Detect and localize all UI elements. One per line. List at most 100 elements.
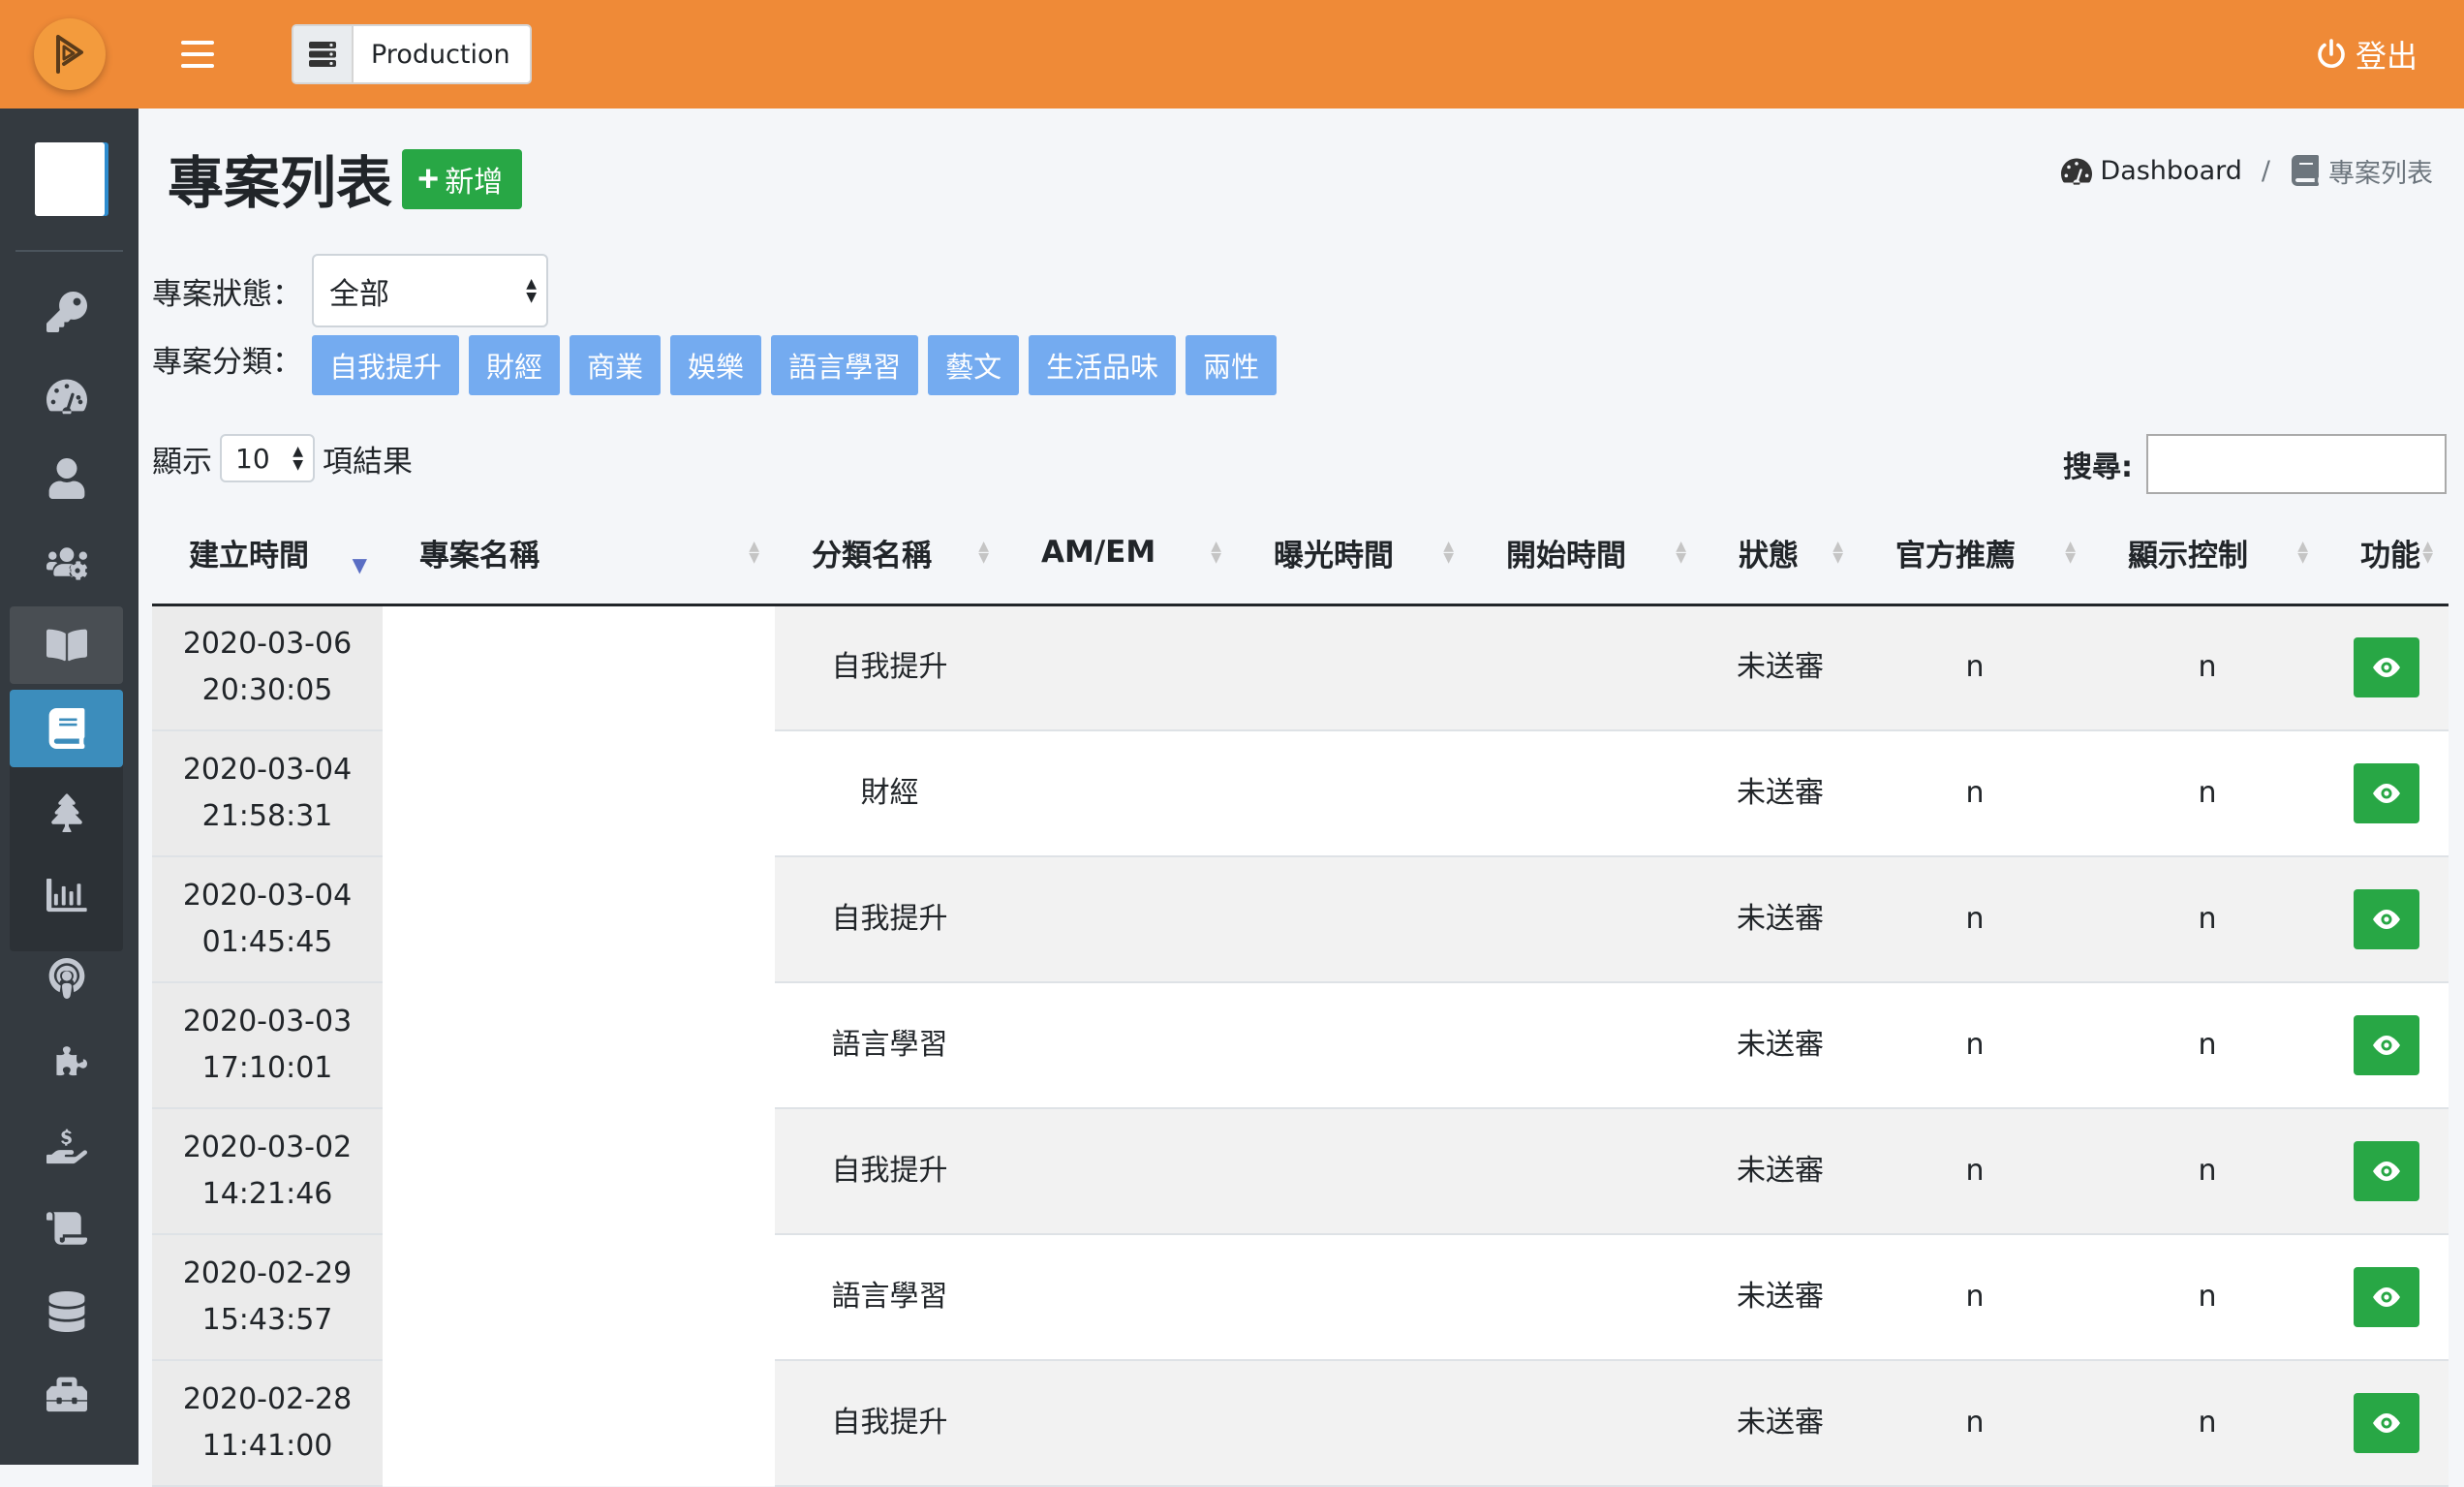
- view-button[interactable]: [2353, 1267, 2419, 1327]
- sidebar-item-projects[interactable]: [10, 690, 123, 767]
- brand-logo-icon[interactable]: [33, 18, 106, 90]
- cell-category: 語言學習: [775, 982, 1004, 1109]
- column-header-name[interactable]: 專案名稱 ▲ ▼: [383, 502, 775, 606]
- add-label: 新增: [445, 167, 504, 199]
- category-button[interactable]: 兩性: [1186, 335, 1278, 395]
- table-body: 2020-03-06 20:30:05 自我提升 未送審 n n 2020-03-…: [152, 604, 2449, 1487]
- cell-start: [1469, 730, 1702, 857]
- sidebar-item-scroll[interactable]: [10, 1190, 123, 1267]
- view-button[interactable]: [2353, 1141, 2419, 1201]
- cell-created: 2020-03-04 01:45:45: [152, 856, 383, 983]
- sidebar-item-chart[interactable]: [10, 856, 123, 934]
- sort-icon: ▲ ▼: [1443, 539, 1454, 567]
- cell-name: [383, 982, 775, 1108]
- eye-icon: [2372, 1413, 2400, 1433]
- avatar[interactable]: [34, 142, 105, 216]
- sidebar-item-donation[interactable]: [10, 1106, 123, 1184]
- sort-icon: ▲ ▼: [2065, 539, 2076, 567]
- cell-exposure: [1237, 730, 1469, 857]
- brand[interactable]: [0, 0, 139, 108]
- sort-icon: ▲ ▼: [2297, 539, 2308, 567]
- content-area: 專案列表 + 新增 Dashboard / 專案列表 專案狀態： 全部 ▲ ▼ 專…: [139, 108, 2464, 1487]
- key-icon: [46, 292, 87, 332]
- sidebar-item-podcast[interactable]: [10, 940, 123, 1017]
- sort-desc-icon: ▼: [352, 552, 367, 576]
- status-select[interactable]: 全部 ▲ ▼: [312, 254, 548, 327]
- sidebar-item-toolbox[interactable]: [10, 1356, 123, 1434]
- tachometer-icon: [46, 379, 87, 415]
- view-button[interactable]: [2353, 763, 2419, 823]
- category-button[interactable]: 語言學習: [771, 335, 919, 395]
- category-button[interactable]: 生活品味: [1029, 335, 1177, 395]
- cell-category: 自我提升: [775, 604, 1004, 731]
- status-select-value: 全部: [329, 276, 389, 312]
- logout-label: 登出: [2355, 38, 2418, 75]
- sidebar-item-dashboard[interactable]: [10, 356, 123, 434]
- cell-amem: [1004, 1234, 1237, 1361]
- sidebar-item-users-settings[interactable]: [10, 523, 123, 601]
- toolbox-icon: [46, 1377, 87, 1412]
- database-icon: [48, 1291, 84, 1332]
- cell-category: 財經: [775, 730, 1004, 857]
- eye-icon: [2372, 910, 2400, 929]
- view-button[interactable]: [2353, 1015, 2419, 1075]
- cell-name: [383, 1234, 775, 1360]
- sidebar-item-database[interactable]: [10, 1273, 123, 1350]
- column-header-actions[interactable]: 功能 ▲ ▼: [2324, 502, 2449, 606]
- column-header-start[interactable]: 開始時間 ▲ ▼: [1469, 502, 1702, 606]
- tachometer-icon: [2061, 158, 2093, 185]
- category-filter-row: 專案分類： 自我提升 財經 商業 娛樂 語言學習 藝文 生活品味 兩性: [152, 335, 1286, 395]
- search-control: 搜尋:: [2063, 434, 2447, 494]
- page-length-select[interactable]: 10 ▲ ▼: [220, 434, 315, 482]
- cell-category: 語言學習: [775, 1234, 1004, 1361]
- server-icon: [293, 26, 354, 82]
- sidebar-item-key[interactable]: [10, 273, 123, 351]
- breadcrumb-home[interactable]: Dashboard: [2061, 155, 2242, 186]
- view-button[interactable]: [2353, 637, 2419, 698]
- hand-holding-usd-icon: [46, 1129, 87, 1164]
- eye-icon: [2372, 658, 2400, 678]
- column-header-official[interactable]: 官方推薦 ▲ ▼: [1859, 502, 2091, 606]
- cell-amem: [1004, 856, 1237, 983]
- category-button[interactable]: 自我提升: [312, 335, 460, 395]
- cell-official: n: [1859, 604, 2091, 731]
- column-header-display[interactable]: 顯示控制 ▲ ▼: [2091, 502, 2324, 606]
- category-button[interactable]: 藝文: [928, 335, 1020, 395]
- sidebar-item-books[interactable]: [10, 606, 123, 684]
- column-header-status[interactable]: 狀態 ▲ ▼: [1702, 502, 1859, 606]
- category-button[interactable]: 財經: [469, 335, 561, 395]
- column-header-category[interactable]: 分類名稱 ▲ ▼: [775, 502, 1004, 606]
- cell-status: 未送審: [1702, 1108, 1859, 1235]
- projects-table: 建立時間 ▼ 專案名稱 ▲ ▼ 分類名稱 ▲ ▼ AM/EM ▲ ▼ 曝光時間 ▲ ▼ 開始時間 ▲…: [152, 502, 2449, 1487]
- view-button[interactable]: [2353, 889, 2419, 949]
- chart-bar-icon: [46, 878, 87, 913]
- sidebar-item-puzzle[interactable]: [10, 1023, 123, 1100]
- category-button[interactable]: 商業: [570, 335, 662, 395]
- search-input[interactable]: [2146, 434, 2447, 494]
- cell-actions: [2324, 856, 2449, 983]
- power-off-icon: [2318, 39, 2345, 68]
- logout-button[interactable]: 登出: [2315, 0, 2418, 108]
- sidebar-item-tree[interactable]: [10, 773, 123, 851]
- menu-toggle-icon[interactable]: [181, 41, 214, 68]
- cell-display: n: [2091, 1108, 2324, 1235]
- environment-selector[interactable]: Production: [292, 24, 532, 84]
- sidebar-item-user[interactable]: [10, 440, 123, 517]
- cell-exposure: [1237, 1360, 1469, 1487]
- category-button[interactable]: 娛樂: [670, 335, 762, 395]
- cell-display: n: [2091, 1234, 2324, 1361]
- column-header-exposure[interactable]: 曝光時間 ▲ ▼: [1237, 502, 1469, 606]
- view-button[interactable]: [2353, 1393, 2419, 1453]
- table-row: 2020-03-03 17:10:01 語言學習 未送審 n n: [152, 982, 2449, 1109]
- cell-amem: [1004, 982, 1237, 1109]
- table-row: 2020-03-06 20:30:05 自我提升 未送審 n n: [152, 604, 2449, 731]
- environment-label: Production: [371, 39, 510, 70]
- cell-actions: [2324, 604, 2449, 731]
- column-header-amem[interactable]: AM/EM ▲ ▼: [1004, 502, 1237, 606]
- column-header-created[interactable]: 建立時間 ▼: [152, 502, 383, 606]
- breadcrumb-separator: /: [2261, 155, 2270, 186]
- breadcrumb: Dashboard / 專案列表: [2061, 147, 2433, 194]
- add-project-button[interactable]: + 新增: [402, 149, 523, 209]
- cell-start: [1469, 1234, 1702, 1361]
- cell-official: n: [1859, 1108, 2091, 1235]
